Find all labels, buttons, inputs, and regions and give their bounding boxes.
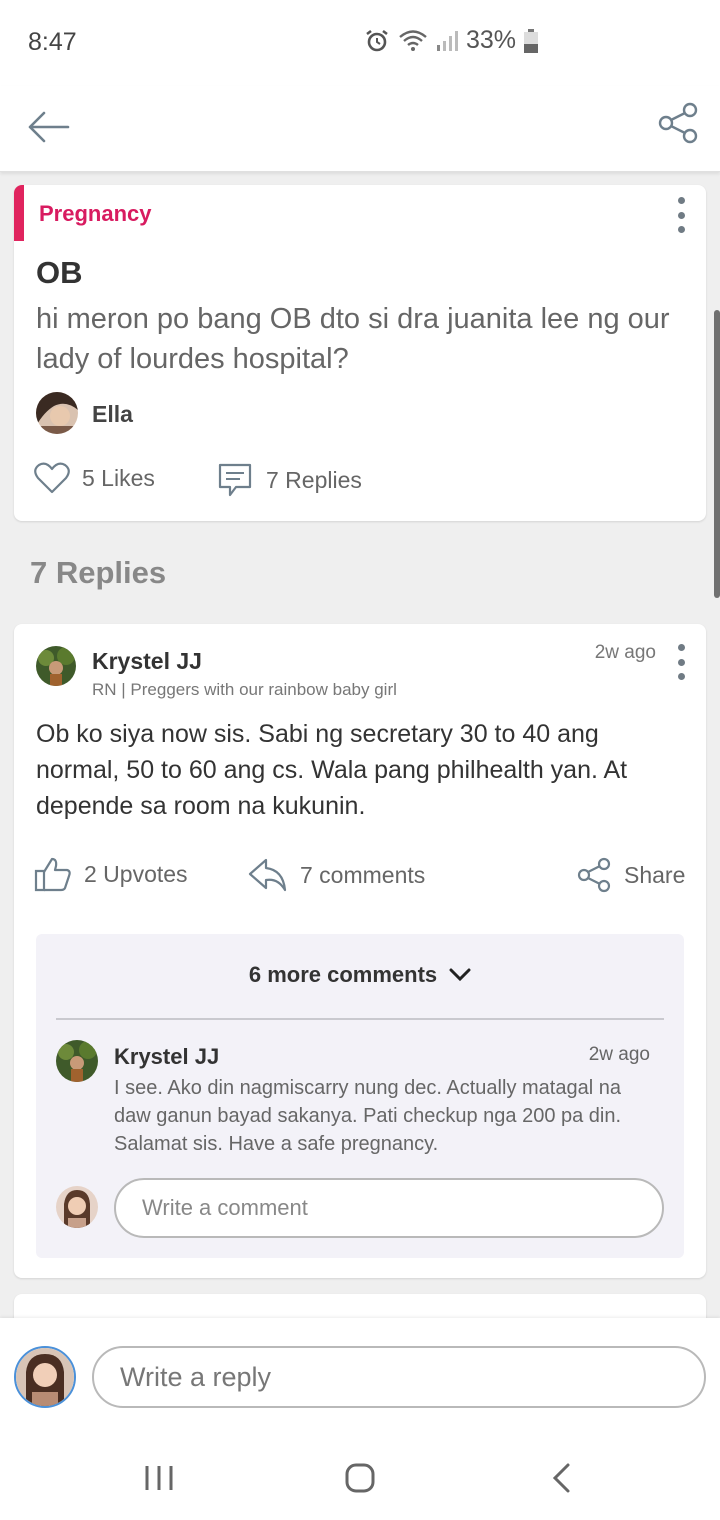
replies-count: 7 Replies [266, 466, 362, 493]
navigation-bar [0, 1436, 720, 1520]
recent-apps-icon[interactable] [144, 1464, 174, 1492]
status-icons: 33% [364, 26, 539, 55]
back-icon[interactable] [550, 1462, 572, 1494]
current-user-avatar [14, 1346, 76, 1408]
comments-divider [56, 1018, 664, 1020]
app-bar [0, 86, 720, 172]
heart-icon [34, 462, 70, 494]
scroll-indicator[interactable] [714, 310, 720, 598]
thumbs-up-icon [34, 857, 71, 892]
wifi-icon [399, 29, 427, 51]
comment-input[interactable]: Write a comment [114, 1178, 664, 1238]
reply-input[interactable]: Write a reply [92, 1346, 706, 1408]
comment-author-avatar[interactable] [56, 1040, 98, 1082]
reply-author-subtitle: RN | Preggers with our rainbow baby girl [92, 680, 397, 699]
reply-body: Ob ko siya now sis. Sabi ng secretary 30… [36, 720, 628, 820]
reply-author-avatar[interactable] [36, 646, 76, 686]
likes-count: 5 Likes [82, 464, 155, 491]
chevron-down-icon [449, 968, 471, 982]
comments-button[interactable]: 7 comments [248, 856, 425, 894]
replies-heading: 7 Replies [30, 555, 167, 590]
post-title: OB [36, 255, 83, 290]
reply-card: Krystel JJ RN | Preggers with our rainbo… [14, 624, 706, 1278]
comment-bubble-icon [218, 463, 252, 497]
upvotes-count: 2 Upvotes [84, 860, 188, 887]
likes-button[interactable]: 5 Likes [34, 461, 155, 495]
post-category[interactable]: Pregnancy [39, 201, 152, 227]
upvote-button[interactable]: 2 Upvotes [34, 856, 188, 892]
status-bar: 8:47 33% [0, 0, 720, 86]
back-arrow-icon[interactable] [26, 104, 72, 150]
reply-timestamp: 2w ago [594, 642, 656, 663]
reply-author-name[interactable]: Krystel JJ [92, 648, 202, 675]
battery-percent: 33% [466, 26, 517, 54]
reply-more-options-icon[interactable] [671, 644, 691, 680]
signal-icon [437, 30, 458, 51]
share-icon [577, 857, 611, 893]
reply-arrow-icon [248, 858, 287, 892]
post-more-options-icon[interactable] [671, 197, 691, 233]
share-icon[interactable] [656, 100, 700, 146]
comment-author-name[interactable]: Krystel JJ [114, 1044, 219, 1070]
reply-bar: Write a reply [0, 1318, 720, 1436]
comments-section: 6 more comments Krystel JJ 2w ago I see.… [36, 934, 684, 1258]
comment-text: I see. Ako din nagmiscarry nung dec. Act… [114, 1077, 622, 1155]
alarm-icon [366, 29, 388, 51]
share-label: Share [624, 861, 686, 888]
more-comments-toggle[interactable]: 6 more comments [36, 962, 684, 988]
author-avatar[interactable] [36, 392, 78, 434]
comments-count: 7 comments [300, 861, 426, 888]
post-body: hi meron po bang OB dto si dra juanita l… [36, 303, 670, 375]
author-name[interactable]: Ella [92, 401, 133, 428]
comment-timestamp: 2w ago [588, 1044, 650, 1065]
replies-button[interactable]: 7 Replies [216, 461, 362, 499]
home-icon[interactable] [344, 1462, 376, 1494]
post-card: Pregnancy OB hi meron po bang OB dto si … [14, 185, 706, 521]
share-button[interactable]: Share [576, 856, 685, 894]
battery-icon [524, 28, 539, 53]
more-comments-label: 6 more comments [248, 962, 438, 987]
my-avatar [56, 1186, 98, 1228]
category-accent-bar [14, 185, 24, 241]
status-time: 8:47 [28, 28, 77, 56]
